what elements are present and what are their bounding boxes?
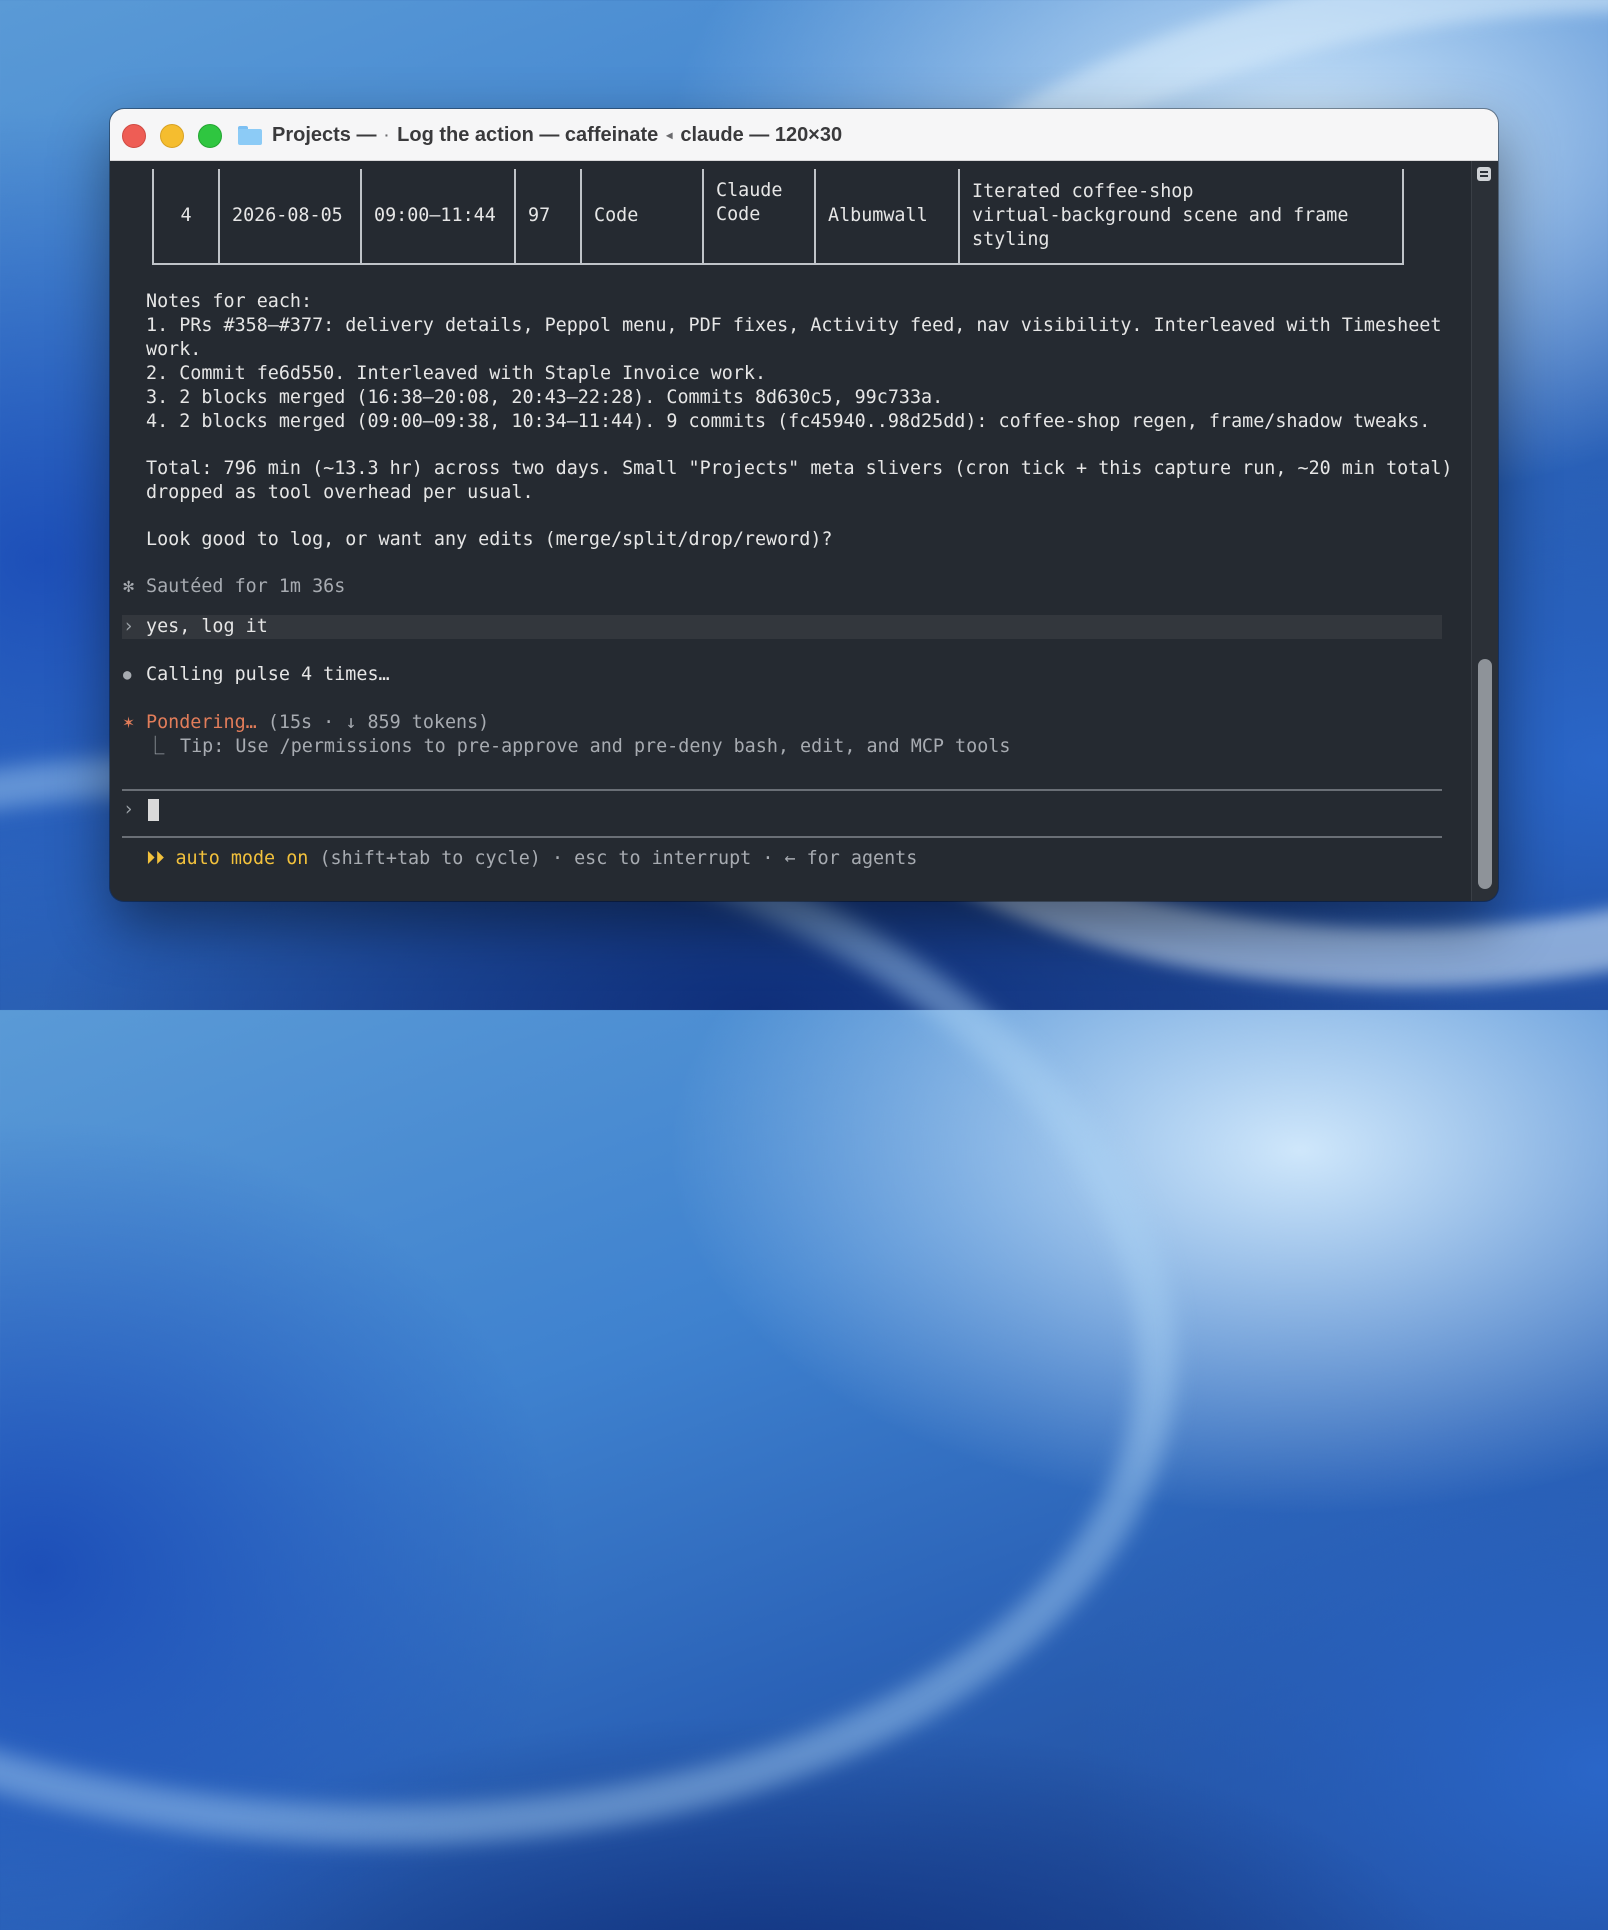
window-title: Projects — · Log the action — caffeinate… [238, 121, 842, 149]
table-cell-project: Albumwall [814, 169, 960, 265]
scrollbar[interactable] [1471, 161, 1498, 901]
note-2: 2. Commit fe6d550. Interleaved with Stap… [146, 363, 767, 384]
scroll-menu-icon[interactable] [1477, 167, 1491, 181]
footer-hint: (shift+tab to cycle) · esc to interrupt … [319, 848, 918, 869]
table-cell-minutes: 97 [514, 169, 582, 265]
total-line-1: Total: 796 min (~13.3 hr) across two day… [146, 458, 1453, 479]
note-4: 4. 2 blocks merged (09:00–09:38, 10:34–1… [146, 411, 1431, 432]
traffic-lights [122, 124, 222, 148]
note-1-cont: work. [146, 339, 202, 360]
terminal-output[interactable]: 4 2026-08-05 09:00–11:44 97 Code Claude … [110, 161, 1472, 901]
folder-icon [238, 125, 262, 145]
user-message: yes, log it [146, 616, 268, 637]
table-cell-time: 09:00–11:44 [360, 169, 516, 265]
table-cell-date: 2026-08-05 [218, 169, 362, 265]
pondering-meta: (15s · ↓ 859 tokens) [267, 712, 490, 733]
title-folder: Projects — [272, 123, 377, 146]
title-bar[interactable]: Projects — · Log the action — caffeinate… [110, 109, 1498, 161]
notes-heading: Notes for each: [146, 291, 313, 312]
user-message-row [122, 615, 1442, 639]
table-cell-category: Code [580, 169, 704, 265]
scrollbar-thumb[interactable] [1478, 659, 1492, 889]
input-prompt-icon: › [123, 799, 135, 820]
title-action: Log the action — caffeinate [397, 123, 659, 146]
table-row: 4 2026-08-05 09:00–11:44 97 Code Claude … [152, 169, 1404, 265]
sauteed-icon: ✻ [123, 576, 135, 597]
title-arrow-icon: ◂ [666, 128, 673, 142]
calling-status: Calling pulse 4 times… [146, 664, 390, 685]
input-divider-top [122, 789, 1442, 791]
title-dot: · [384, 127, 390, 143]
auto-mode-label[interactable]: auto mode on [175, 848, 308, 869]
table-cell-tool: Claude Code [702, 169, 816, 265]
zoom-button[interactable] [198, 124, 222, 148]
question-line: Look good to log, or want any edits (mer… [146, 529, 833, 550]
title-rest: claude — 120×30 [680, 123, 843, 146]
terminal-window: Projects — · Log the action — caffeinate… [110, 109, 1498, 901]
calling-icon: ● [123, 667, 132, 683]
pondering-icon: ✶ [123, 712, 135, 733]
text-cursor[interactable] [148, 799, 159, 821]
auto-mode-icon: ⏵⏵ [146, 848, 165, 869]
log-table: 4 2026-08-05 09:00–11:44 97 Code Claude … [152, 169, 1404, 265]
pondering-line: Pondering… (15s · ↓ 859 tokens) [146, 711, 489, 735]
table-cell-description: Iterated coffee-shop virtual-background … [958, 169, 1404, 265]
minimize-button[interactable] [160, 124, 184, 148]
footer-line: ⏵⏵ auto mode on (shift+tab to cycle) · e… [146, 847, 917, 871]
table-cell-index: 4 [152, 169, 220, 265]
note-1: 1. PRs #358–#377: delivery details, Pepp… [146, 315, 1442, 336]
total-line-2: dropped as tool overhead per usual. [146, 482, 534, 503]
close-button[interactable] [122, 124, 146, 148]
pondering-status: Pondering… [146, 712, 257, 733]
tip-icon: ⎿ [146, 736, 165, 757]
input-divider-bottom [122, 836, 1442, 838]
tip-text: Tip: Use /permissions to pre-approve and… [180, 736, 1011, 757]
note-3: 3. 2 blocks merged (16:38–20:08, 20:43–2… [146, 387, 944, 408]
sauteed-status: Sautéed for 1m 36s [146, 576, 346, 597]
user-prompt-icon: › [123, 616, 135, 637]
